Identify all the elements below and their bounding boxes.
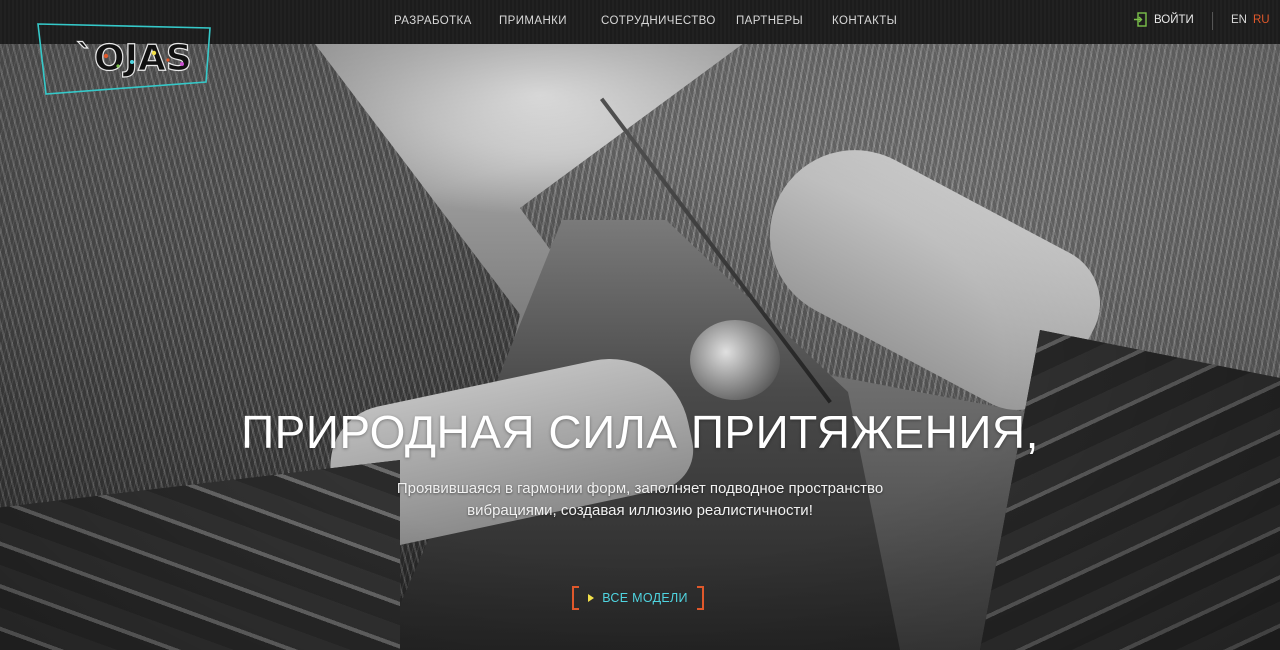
nav-item-contacts[interactable]: КОНТАКТЫ bbox=[832, 15, 897, 27]
hero-subtext-line-2: вибрациями, создавая иллюзию реалистично… bbox=[467, 502, 813, 519]
all-models-label: ВСЕ МОДЕЛИ bbox=[602, 591, 688, 605]
login-button[interactable]: ВОЙТИ bbox=[1134, 12, 1194, 27]
bracket-right bbox=[697, 586, 704, 610]
all-models-button[interactable]: ВСЕ МОДЕЛИ bbox=[572, 586, 704, 610]
svg-text:`OJAS: `OJAS bbox=[76, 38, 192, 79]
nav-item-partners[interactable]: ПАРТНЕРЫ bbox=[736, 15, 803, 27]
play-arrow-icon bbox=[588, 594, 595, 602]
login-label: ВОЙТИ bbox=[1154, 13, 1194, 26]
nav-item-cooperation[interactable]: СОТРУДНИЧЕСТВО bbox=[601, 15, 716, 27]
nav-item-lures[interactable]: ПРИМАНКИ bbox=[499, 15, 567, 27]
lang-ru[interactable]: RU bbox=[1253, 14, 1270, 26]
nav-item-development[interactable]: РАЗРАБОТКА bbox=[394, 15, 472, 27]
bracket-left bbox=[572, 586, 579, 610]
hero-headline: ПРИРОДНАЯ СИЛА ПРИТЯЖЕНИЯ, bbox=[241, 406, 1039, 458]
vignette bbox=[0, 0, 1280, 650]
hero-subtext: Проявившаяся в гармонии форм, заполняет … bbox=[360, 478, 920, 522]
hero-subtext-line-1: Проявившаяся в гармонии форм, заполняет … bbox=[396, 480, 884, 497]
divider bbox=[1212, 12, 1213, 30]
lang-en[interactable]: EN bbox=[1231, 14, 1247, 26]
hero-background bbox=[0, 0, 1280, 650]
logo-image: `OJAS bbox=[37, 23, 211, 95]
login-icon bbox=[1134, 12, 1147, 27]
ojas-logo[interactable]: `OJAS bbox=[36, 22, 212, 96]
